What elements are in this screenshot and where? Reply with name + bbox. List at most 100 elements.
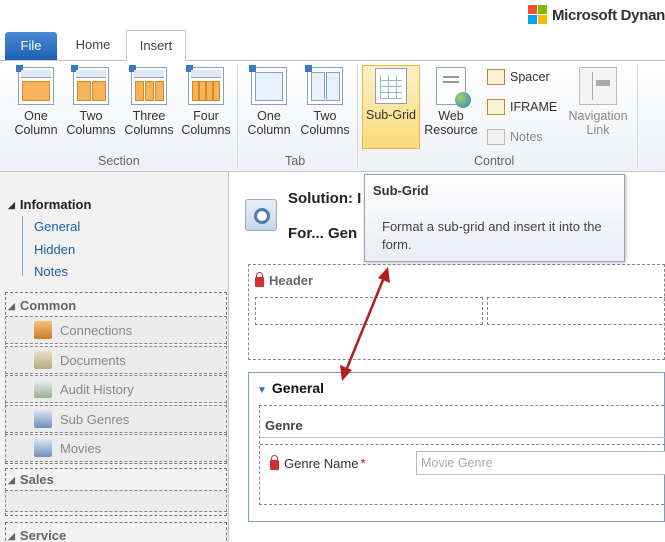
- group-label-tab: Tab: [285, 154, 306, 168]
- button-label: Spacer: [510, 70, 550, 84]
- tab-file[interactable]: File: [5, 32, 57, 60]
- collapse-triangle-icon: ◢: [8, 475, 15, 485]
- three-columns-icon: [129, 65, 167, 105]
- nav-item-sub-genres[interactable]: Sub Genres: [34, 408, 129, 430]
- nav-item-movies[interactable]: Movies: [34, 437, 101, 459]
- nav-section-common[interactable]: ◢ Common: [8, 298, 76, 313]
- general-tab-label: General: [271, 380, 325, 396]
- documents-icon: [34, 351, 52, 369]
- nav-item-connections[interactable]: Connections: [34, 319, 132, 341]
- iframe-button[interactable]: IFRAME: [487, 96, 557, 118]
- nav-link-notes[interactable]: Notes: [34, 264, 68, 279]
- button-label: Notes: [510, 130, 543, 144]
- nav-item-documents[interactable]: Documents: [34, 349, 126, 371]
- group-separator: [357, 65, 358, 169]
- genre-section-title: Genre: [265, 418, 303, 433]
- button-label: Four: [193, 109, 219, 123]
- nav-item-label: Sub Genres: [60, 411, 130, 427]
- tab-one-column-button[interactable]: One Column: [247, 65, 291, 137]
- two-columns-icon: [71, 65, 109, 105]
- nav-section-label: Service: [19, 528, 67, 542]
- nav-item-label: Documents: [60, 352, 126, 368]
- collapse-triangle-icon: ◢: [8, 531, 15, 541]
- genre-section[interactable]: Genre Genre Name * Movie Genre: [259, 405, 665, 505]
- nav-item-label: Connections: [60, 322, 133, 338]
- genre-field-cell[interactable]: Genre Name * Movie Genre: [260, 444, 665, 500]
- group-separator: [237, 65, 238, 169]
- subgrid-tooltip: Sub-Grid Format a sub-grid and insert it…: [364, 174, 625, 262]
- ribbon-tabs: File Home Insert: [0, 30, 665, 61]
- one-column-icon: [16, 65, 54, 105]
- nav-item-audit-history[interactable]: Audit History: [34, 378, 134, 400]
- button-label: Two: [313, 109, 337, 123]
- button-label: Resource: [424, 123, 478, 137]
- header-title: Header: [255, 272, 313, 288]
- lock-icon: [270, 454, 279, 470]
- button-label: Navigation: [568, 109, 628, 123]
- button-label: Column: [14, 123, 58, 137]
- nav-item-label: Audit History: [60, 381, 134, 397]
- collapse-triangle-icon: ◢: [8, 200, 15, 210]
- section-divider: [260, 437, 665, 438]
- movies-icon: [34, 439, 52, 457]
- tab-two-columns-icon: [305, 65, 343, 105]
- button-label: Columns: [181, 123, 231, 137]
- notes-button[interactable]: Notes: [487, 126, 543, 148]
- genre-name-input[interactable]: Movie Genre: [416, 451, 665, 475]
- app-logo-text: Microsoft Dynan: [551, 6, 665, 24]
- general-tab-title[interactable]: ▼ General: [257, 380, 324, 396]
- nav-link-hidden[interactable]: Hidden: [34, 242, 75, 257]
- nav-section-service[interactable]: ◢ Service: [8, 528, 66, 542]
- tooltip-description: Format a sub-grid and insert it into the…: [382, 219, 602, 252]
- section-four-columns-button[interactable]: Four Columns: [180, 65, 232, 137]
- tab-home[interactable]: Home: [64, 30, 122, 60]
- expand-triangle-icon: ▼: [257, 385, 267, 396]
- button-label: Column: [247, 123, 291, 137]
- button-label: Columns: [300, 123, 350, 137]
- required-mark: *: [360, 455, 366, 471]
- button-label: Columns: [124, 123, 174, 137]
- four-columns-icon: [186, 65, 224, 105]
- nav-section-label: Common: [19, 298, 77, 313]
- nav-link-general[interactable]: General: [34, 219, 80, 234]
- button-label: Link: [586, 123, 610, 137]
- button-label: One: [24, 109, 48, 123]
- button-label: Three: [132, 109, 166, 123]
- tab-one-column-icon: [249, 65, 287, 105]
- lock-icon: [255, 272, 264, 287]
- web-resource-button[interactable]: Web Resource: [422, 67, 480, 137]
- nav-item-label: Movies: [60, 440, 102, 456]
- navigation-link-button[interactable]: Navigation Link: [563, 67, 633, 137]
- iframe-icon: [487, 99, 505, 115]
- spacer-button[interactable]: Spacer: [487, 66, 550, 88]
- tab-two-columns-button[interactable]: Two Columns: [299, 65, 351, 137]
- nav-section-sales[interactable]: ◢ Sales: [8, 472, 54, 487]
- section-three-columns-button[interactable]: Three Columns: [123, 65, 175, 137]
- button-label: Two: [79, 109, 103, 123]
- genre-name-label: Genre Name *: [270, 454, 366, 471]
- nav-section-label: Sales: [19, 472, 54, 487]
- header-section[interactable]: Header: [248, 264, 665, 360]
- sub-genres-icon: [34, 410, 52, 428]
- subgrid-button[interactable]: Sub-Grid: [362, 65, 420, 149]
- audit-history-icon: [34, 380, 52, 398]
- nav-section-information[interactable]: ◢ Information: [8, 197, 91, 212]
- section-one-column-button[interactable]: One Column: [14, 65, 58, 137]
- form-navigation: ◢ Information General Hidden Notes ◢ Commo…: [0, 172, 229, 542]
- navigation-link-icon: [579, 67, 617, 105]
- tree-line: [22, 216, 23, 276]
- group-label-control: Control: [474, 154, 515, 168]
- microsoft-logo-icon: [527, 5, 548, 25]
- header-cell[interactable]: [487, 297, 665, 325]
- tooltip-title: Sub-Grid: [373, 183, 429, 198]
- button-label: Sub-Grid: [365, 108, 417, 122]
- annotation-double-arrow: [340, 267, 390, 381]
- connections-icon: [34, 321, 52, 339]
- section-two-columns-button[interactable]: Two Columns: [66, 65, 116, 137]
- spacer-icon: [487, 69, 505, 85]
- button-label: IFRAME: [510, 100, 558, 114]
- general-tab[interactable]: ▼ General Genre Genre Name * Movie Genre: [248, 372, 665, 522]
- web-resource-icon: [436, 67, 471, 108]
- button-label: Columns: [66, 123, 116, 137]
- tab-insert[interactable]: Insert: [126, 30, 186, 61]
